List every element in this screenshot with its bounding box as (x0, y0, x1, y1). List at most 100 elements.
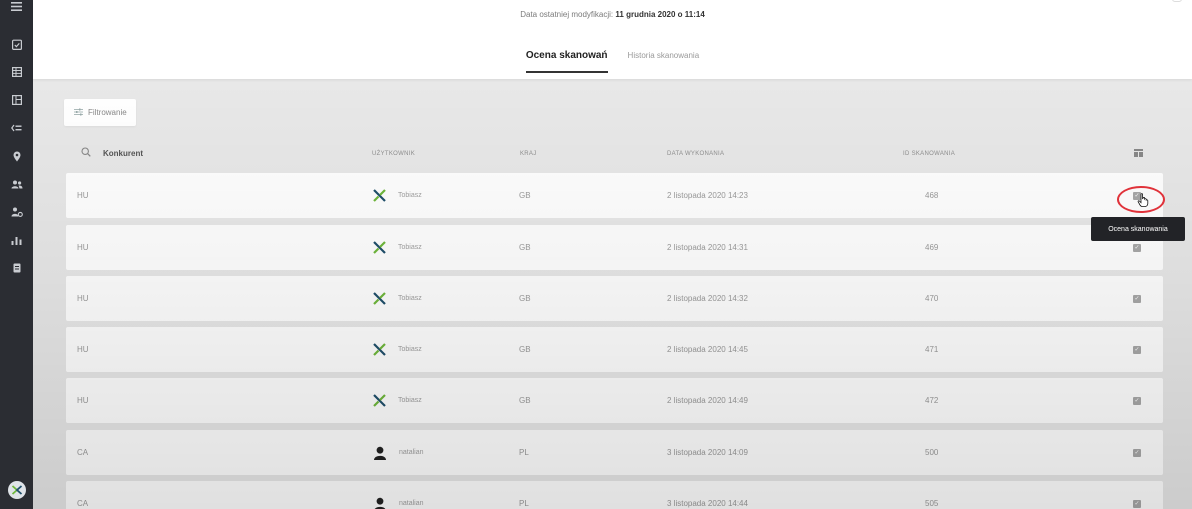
evaluate-scan-button[interactable]: ✓ (1133, 276, 1141, 321)
user-name: Tobiasz (398, 244, 422, 251)
checkbox-check-icon: ✓ (1133, 396, 1141, 405)
cell-competitor: CA (77, 499, 89, 508)
evaluate-scan-button[interactable]: ✓ (1133, 430, 1141, 475)
checkbox-check-icon: ✓ (1133, 448, 1141, 457)
search-icon[interactable] (81, 147, 91, 160)
avatar-icon (374, 497, 386, 509)
table-row[interactable]: HU Tobiasz GB 2 listopada 2020 14:31 469… (66, 225, 1163, 270)
filter-button[interactable]: Filtrowanie (64, 99, 136, 126)
cell-scan-id: 505 (925, 499, 939, 508)
column-header-date[interactable]: DATA WYKONANIA (667, 151, 724, 157)
column-header-user[interactable]: UŻYTKOWNIK (372, 151, 415, 157)
tooltip: Ocena skanowania (1091, 217, 1185, 241)
evaluate-scan-button[interactable]: ✓ (1133, 378, 1141, 423)
user-logo-icon (373, 343, 386, 356)
avatar-icon (374, 446, 386, 460)
cell-country: GB (519, 345, 531, 354)
cell-competitor: CA (77, 448, 89, 457)
checkbox-check-icon: ✓ (1133, 243, 1141, 252)
cell-user: Tobiasz (373, 225, 422, 270)
last-modified-date: 11 grudnia 2020 o 11:14 (615, 10, 705, 19)
hand-cursor-icon (1137, 193, 1149, 210)
compare-icon[interactable] (0, 114, 33, 142)
cell-country: PL (519, 448, 529, 457)
tab-scan-evaluation[interactable]: Ocena skanowań (525, 50, 608, 73)
table-row[interactable]: HU Tobiasz GB 2 listopada 2020 14:45 471… (66, 327, 1163, 372)
cell-date: 2 listopada 2020 14:45 (667, 345, 748, 354)
cell-competitor: HU (77, 396, 89, 405)
tab-bar: Ocena skanowań Historia skanowania (33, 50, 1192, 73)
user-name: Tobiasz (398, 346, 422, 353)
last-modified-info: Data ostatniej modyfikacji: 11 grudnia 2… (33, 10, 1192, 19)
user-logo-icon (373, 394, 386, 407)
user-logo-icon (373, 241, 386, 254)
column-header-competitor[interactable]: Konkurent (103, 149, 143, 158)
evaluate-scan-button[interactable]: ✓ (1133, 327, 1141, 372)
sidebar-nav (0, 0, 33, 509)
cell-date: 2 listopada 2020 14:49 (667, 396, 748, 405)
cell-user: natalian (373, 430, 424, 475)
cell-date: 3 listopada 2020 14:09 (667, 448, 748, 457)
cell-country: GB (519, 294, 531, 303)
cell-scan-id: 468 (925, 191, 939, 200)
cell-competitor: HU (77, 294, 89, 303)
user-name: Tobiasz (398, 397, 422, 404)
page-header: Data ostatniej modyfikacji: 11 grudnia 2… (33, 0, 1192, 79)
user-logo-icon (373, 292, 386, 305)
cell-date: 2 listopada 2020 14:23 (667, 191, 748, 200)
table-row[interactable]: CA natalian PL 3 listopada 2020 14:44 50… (66, 481, 1163, 509)
last-modified-label: Data ostatniej modyfikacji: (520, 10, 614, 19)
document-icon[interactable] (0, 254, 33, 282)
table-icon[interactable] (0, 58, 33, 86)
cell-user: Tobiasz (373, 378, 422, 423)
table-header: Konkurent UŻYTKOWNIK KRAJ DATA WYKONANIA… (66, 147, 1163, 163)
evaluate-scan-button[interactable]: ✓ (1133, 481, 1141, 509)
cell-country: GB (519, 191, 531, 200)
location-icon[interactable] (0, 142, 33, 170)
cell-scan-id: 471 (925, 345, 939, 354)
cell-competitor: HU (77, 243, 89, 252)
checkbox-check-icon: ✓ (1133, 294, 1141, 303)
app-logo-icon[interactable] (8, 481, 26, 499)
user-name: natalian (399, 500, 424, 507)
cell-date: 3 listopada 2020 14:44 (667, 499, 748, 508)
user-logo-icon (373, 189, 386, 202)
chart-icon[interactable] (0, 226, 33, 254)
user-name: natalian (399, 449, 424, 456)
cell-user: Tobiasz (373, 276, 422, 321)
user-name: Tobiasz (398, 192, 422, 199)
users-icon[interactable] (0, 170, 33, 198)
cell-user: Tobiasz (373, 327, 422, 372)
cell-scan-id: 500 (925, 448, 939, 457)
cell-competitor: HU (77, 345, 89, 354)
clipboard-check-icon[interactable] (0, 30, 33, 58)
checkbox-check-icon: ✓ (1133, 345, 1141, 354)
menu-icon[interactable] (0, 0, 33, 20)
cell-date: 2 listopada 2020 14:31 (667, 243, 748, 252)
column-settings-icon[interactable] (1134, 149, 1143, 160)
cell-country: PL (519, 499, 529, 508)
cell-scan-id: 469 (925, 243, 939, 252)
cell-competitor: HU (77, 191, 89, 200)
user-name: Tobiasz (398, 295, 422, 302)
cell-country: GB (519, 243, 531, 252)
cell-user: natalian (373, 481, 424, 509)
cell-user: Tobiasz (373, 173, 422, 218)
cell-scan-id: 472 (925, 396, 939, 405)
table-row[interactable]: HU Tobiasz GB 2 listopada 2020 14:49 472… (66, 378, 1163, 423)
header-corner-mark (1172, 0, 1182, 2)
cell-scan-id: 470 (925, 294, 939, 303)
table-row[interactable]: HU Tobiasz GB 2 listopada 2020 14:23 468… (66, 173, 1163, 218)
checkbox-check-icon: ✓ (1133, 499, 1141, 508)
column-header-scan-id[interactable]: ID SKANOWANIA (903, 151, 955, 157)
sliders-icon (74, 108, 83, 118)
user-settings-icon[interactable] (0, 198, 33, 226)
column-header-country[interactable]: KRAJ (520, 151, 537, 157)
table-row[interactable]: CA natalian PL 3 listopada 2020 14:09 50… (66, 430, 1163, 475)
cell-country: GB (519, 396, 531, 405)
cell-date: 2 listopada 2020 14:32 (667, 294, 748, 303)
filter-label: Filtrowanie (88, 108, 127, 117)
layout-icon[interactable] (0, 86, 33, 114)
table-row[interactable]: HU Tobiasz GB 2 listopada 2020 14:32 470… (66, 276, 1163, 321)
tab-scan-history[interactable]: Historia skanowania (628, 50, 700, 73)
